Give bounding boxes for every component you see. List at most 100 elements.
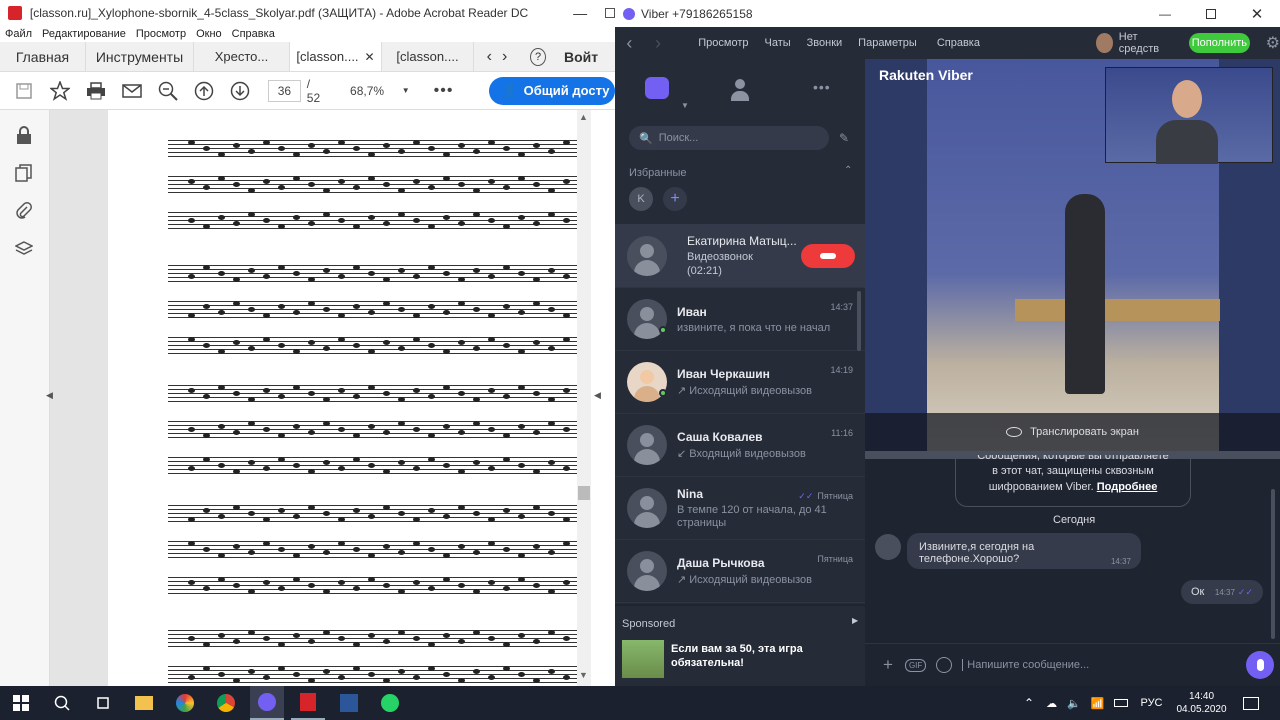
account-avatar[interactable] — [1095, 33, 1113, 53]
chevron-down-icon[interactable]: ▼ — [681, 101, 689, 110]
tab-home[interactable]: Главная — [0, 42, 86, 71]
keyboard-language[interactable]: РУС — [1140, 697, 1162, 709]
chat-item[interactable]: Саша Ковалев ↙ Входящий видеовызов 11:16 — [615, 414, 865, 477]
chevron-left-icon[interactable]: ‹ — [487, 48, 492, 66]
close-tab-icon[interactable]: ✕ — [365, 50, 375, 64]
menu-window[interactable]: Окно — [191, 26, 227, 42]
tab-tools[interactable]: Инструменты — [86, 42, 194, 71]
page-number-input[interactable]: 36 — [268, 79, 301, 102]
viber-taskbar-icon[interactable] — [250, 686, 284, 720]
chat-item[interactable]: Nina В темпе 120 от начала, до 41 страниц… — [615, 477, 865, 540]
gif-icon[interactable]: GIF — [904, 658, 927, 672]
chat-item[interactable]: Иван извините, я пока что не начал 14:37 — [615, 288, 865, 351]
more-tools-icon[interactable]: ••• — [434, 82, 454, 100]
scroll-up-icon[interactable]: ▲ — [579, 112, 588, 122]
menu-file[interactable]: Файл — [0, 26, 37, 42]
scroll-thumb[interactable] — [578, 486, 590, 500]
back-icon[interactable]: ‹ — [615, 33, 644, 54]
save-icon[interactable] — [11, 78, 36, 104]
forward-icon[interactable]: › — [644, 33, 673, 54]
chat-item[interactable]: Иван Черкашин ↗ Исходящий видеовызов 14:1… — [615, 351, 865, 414]
next-page-icon[interactable] — [227, 78, 252, 104]
menu-settings[interactable]: Параметры — [858, 37, 917, 49]
end-call-button[interactable] — [801, 243, 855, 268]
cast-screen-bar[interactable]: Транслировать экран — [865, 413, 1280, 451]
topup-button[interactable]: Пополнить — [1189, 33, 1250, 53]
tab-doc-3[interactable]: [classon.... — [382, 42, 474, 71]
sign-in-button[interactable]: Войт — [556, 42, 615, 71]
print-icon[interactable] — [83, 78, 108, 104]
menu-chats[interactable]: Чаты — [765, 37, 791, 49]
chats-tab-icon[interactable] — [645, 77, 669, 99]
prev-page-icon[interactable] — [191, 78, 216, 104]
layers-icon[interactable] — [14, 240, 34, 258]
collapse-left-icon[interactable]: ◀ — [46, 390, 53, 401]
collapse-right-icon[interactable]: ◀ — [594, 390, 601, 401]
chat-list-scrollbar[interactable] — [857, 291, 861, 351]
wifi-icon[interactable]: 📶 — [1091, 697, 1105, 710]
tray-chevron-icon[interactable]: ⌃ — [1024, 696, 1034, 710]
chrome-icon[interactable] — [209, 686, 243, 720]
whatsapp-icon[interactable] — [373, 686, 407, 720]
word-icon[interactable] — [332, 686, 366, 720]
close-icon[interactable]: ✕ — [1234, 5, 1280, 23]
lock-icon[interactable] — [15, 126, 33, 144]
search-icon[interactable] — [45, 686, 79, 720]
notifications-icon[interactable] — [1242, 696, 1259, 710]
add-favorite-button[interactable]: + — [663, 187, 687, 211]
menu-help[interactable]: Справка — [937, 37, 980, 49]
share-button[interactable]: 👤 Общий досту — [489, 76, 615, 105]
sticker-icon[interactable] — [936, 657, 953, 673]
compose-icon[interactable]: ✎ — [839, 131, 849, 145]
microphone-button[interactable] — [1246, 651, 1274, 679]
self-preview[interactable] — [1105, 67, 1273, 164]
yandex-browser-icon[interactable] — [168, 686, 202, 720]
task-view-icon[interactable] — [86, 686, 120, 720]
minimize-icon[interactable]: — — [573, 5, 587, 21]
zoom-out-icon[interactable] — [155, 78, 180, 104]
document-viewport[interactable]: ◀ ◀ ▲ ▼ — [46, 110, 615, 686]
paperclip-icon[interactable] — [15, 202, 33, 220]
ad-options-icon[interactable]: ▶ — [852, 616, 858, 625]
chevron-right-icon[interactable]: › — [502, 48, 507, 66]
sponsored-block[interactable]: Sponsored ▶ Если вам за 50, эта игра обя… — [615, 604, 865, 686]
mail-icon[interactable] — [119, 78, 144, 104]
minimize-icon[interactable]: — — [1142, 7, 1188, 21]
clock[interactable]: 14:40 04.05.2020 — [1177, 690, 1227, 716]
favorite-contact[interactable]: K — [629, 187, 653, 211]
bookmark-star-icon[interactable] — [47, 78, 72, 104]
maximize-icon[interactable] — [1188, 8, 1234, 19]
contacts-tab-icon[interactable] — [730, 79, 750, 101]
volume-icon[interactable]: 🔈 — [1067, 697, 1081, 710]
menu-help[interactable]: Справка — [227, 26, 280, 42]
maximize-icon[interactable] — [605, 8, 615, 18]
windows-start-icon[interactable] — [4, 686, 38, 720]
menu-view[interactable]: Просмотр — [698, 37, 748, 49]
doc-scrollbar[interactable]: ▲ ▼ — [577, 110, 591, 686]
active-call-item[interactable]: Екатирина Матыц... Видеозвонок (02:21) — [615, 224, 865, 288]
message-input[interactable]: Напишите сообщение... — [962, 659, 1246, 671]
collapse-favorites-icon[interactable]: ⌃ — [844, 165, 852, 176]
menu-view[interactable]: Просмотр — [131, 26, 191, 42]
copy-pages-icon[interactable] — [15, 164, 33, 182]
add-attachment-icon[interactable]: + — [883, 655, 893, 675]
network-icon[interactable]: ☁ — [1046, 697, 1057, 710]
menu-calls[interactable]: Звонки — [807, 37, 843, 49]
incoming-message[interactable]: Извините,я сегодня на телефоне.Хорошо? 1… — [907, 533, 1141, 569]
help-button[interactable]: ? — [520, 42, 556, 71]
search-input[interactable]: Поиск... — [659, 132, 699, 144]
chat-scrollbar[interactable] — [1271, 489, 1275, 639]
acrobat-taskbar-icon[interactable] — [291, 686, 325, 720]
battery-icon[interactable] — [1114, 699, 1129, 707]
zoom-select[interactable]: 68,7% ▼ — [350, 80, 410, 102]
file-explorer-icon[interactable] — [127, 686, 161, 720]
ad-text[interactable]: Если вам за 50, эта игра обязательна! — [671, 642, 841, 670]
more-tab-icon[interactable]: ••• — [813, 79, 831, 95]
scroll-down-icon[interactable]: ▼ — [579, 670, 588, 680]
tab-doc-2[interactable]: [classon.... ✕ — [290, 42, 382, 71]
search-box[interactable]: 🔍 Поиск... — [629, 126, 829, 150]
menu-edit[interactable]: Редактирование — [37, 26, 131, 42]
outgoing-message[interactable]: Ок 14:37 ✓✓ — [1181, 580, 1263, 604]
chat-item[interactable]: Даша Рычкова ↗ Исходящий видеовызов Пятни… — [615, 540, 865, 603]
gear-icon[interactable]: ⚙ — [1266, 33, 1280, 53]
